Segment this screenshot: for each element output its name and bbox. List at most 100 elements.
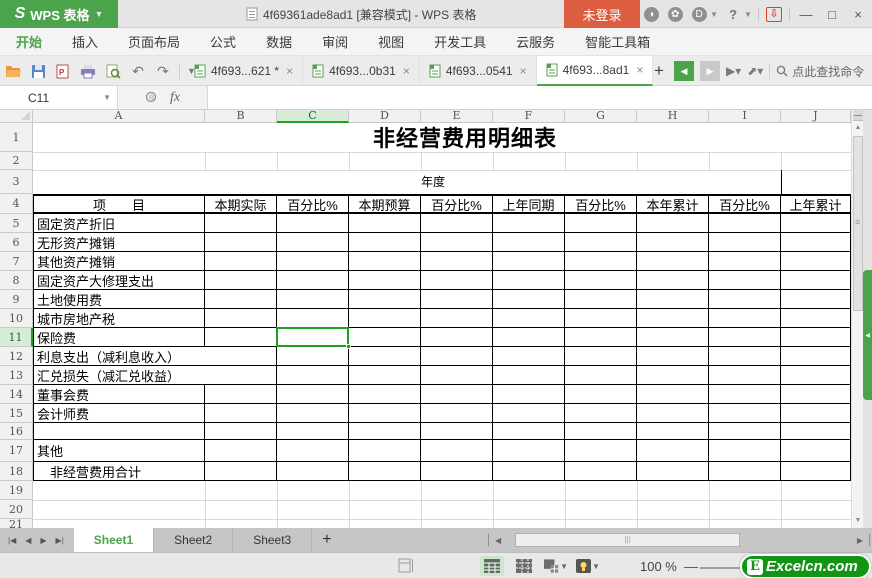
document-tab[interactable]: 4f693...0b31 ×	[303, 56, 420, 86]
cell-H16[interactable]	[637, 423, 709, 440]
cell-A17[interactable]: 其他	[33, 440, 205, 462]
cell-F13[interactable]	[493, 366, 565, 385]
cell-E16[interactable]	[421, 423, 493, 440]
cell-J15[interactable]	[781, 404, 851, 423]
cell-I6[interactable]	[709, 233, 781, 252]
cell-B7[interactable]	[205, 252, 277, 271]
cell-A9[interactable]: 土地使用费	[33, 290, 205, 309]
row-header-6[interactable]: 6	[0, 233, 33, 252]
cell-F8[interactable]	[493, 271, 565, 290]
select-all-corner[interactable]	[0, 110, 33, 123]
menu-item-云服务[interactable]: 云服务	[516, 32, 555, 51]
cell-G14[interactable]	[565, 385, 637, 404]
row-header-12[interactable]: 12	[0, 347, 33, 366]
cell-E10[interactable]	[421, 309, 493, 328]
cell-D17[interactable]	[349, 440, 421, 462]
cell-C18[interactable]	[277, 462, 349, 481]
cell-H15[interactable]	[637, 404, 709, 423]
cell-C10[interactable]	[277, 309, 349, 328]
sheet-tab-Sheet1[interactable]: Sheet1	[73, 528, 155, 552]
cell-I16[interactable]	[709, 423, 781, 440]
share-icon[interactable]: ⬈▾	[747, 64, 763, 78]
cell-G9[interactable]	[565, 290, 637, 309]
cell-E13[interactable]	[421, 366, 493, 385]
row-header-18[interactable]: 18	[0, 462, 33, 481]
menu-item-数据[interactable]: 数据	[266, 32, 292, 51]
row-header-7[interactable]: 7	[0, 252, 33, 271]
cell-G12[interactable]	[565, 347, 637, 366]
cell-B8[interactable]	[205, 271, 277, 290]
cell-I18[interactable]	[709, 462, 781, 481]
cell-G8[interactable]	[565, 271, 637, 290]
cell-C7[interactable]	[277, 252, 349, 271]
row-header-10[interactable]: 10	[0, 309, 33, 328]
cell-J6[interactable]	[781, 233, 851, 252]
cell-G13[interactable]	[565, 366, 637, 385]
cell-C9[interactable]	[277, 290, 349, 309]
cell-E7[interactable]	[421, 252, 493, 271]
redo-icon[interactable]: ↷	[154, 62, 172, 80]
cell-I15[interactable]	[709, 404, 781, 423]
cell-G18[interactable]	[565, 462, 637, 481]
column-header-G[interactable]: G	[565, 110, 637, 123]
document-tab[interactable]: 4f693...0541 ×	[420, 56, 537, 86]
page-layout-view-button[interactable]: ▼	[544, 556, 568, 576]
column-header-H[interactable]: H	[637, 110, 709, 123]
row-header-19[interactable]: 19	[0, 481, 33, 500]
cell-D9[interactable]	[349, 290, 421, 309]
cell-A12[interactable]: 利息支出（减利息收入）	[33, 347, 205, 366]
document-tab[interactable]: 4f693...621 * ×	[185, 56, 304, 86]
cell-D15[interactable]	[349, 404, 421, 423]
row-header-16[interactable]: 16	[0, 423, 33, 440]
header-cell-H4[interactable]: 本年累计	[637, 194, 709, 214]
cell-G17[interactable]	[565, 440, 637, 462]
header-cell-B4[interactable]: 本期实际	[205, 194, 277, 214]
chevron-down-icon[interactable]: ▼	[103, 93, 111, 102]
cell-I17[interactable]	[709, 440, 781, 462]
scroll-tabs-left-button[interactable]: ◀	[673, 61, 694, 81]
cell-A11[interactable]: 保险费	[33, 328, 205, 347]
column-header-I[interactable]: I	[709, 110, 781, 123]
undo-icon[interactable]: ↶	[129, 62, 147, 80]
cell-F15[interactable]	[493, 404, 565, 423]
cell-J18[interactable]	[781, 462, 851, 481]
cell-H9[interactable]	[637, 290, 709, 309]
cell-F12[interactable]	[493, 347, 565, 366]
cell-D12[interactable]	[349, 347, 421, 366]
cell-B5[interactable]	[205, 214, 277, 233]
cell-F7[interactable]	[493, 252, 565, 271]
minimize-button[interactable]: —	[796, 7, 816, 22]
open-file-icon[interactable]	[4, 62, 22, 80]
cell-B15[interactable]	[205, 404, 277, 423]
cell-C5[interactable]	[277, 214, 349, 233]
cell-A7[interactable]: 其他资产摊销	[33, 252, 205, 271]
cell-D6[interactable]	[349, 233, 421, 252]
cell-G15[interactable]	[565, 404, 637, 423]
close-tab-icon[interactable]: ×	[286, 64, 293, 78]
cell-I14[interactable]	[709, 385, 781, 404]
cell-F14[interactable]	[493, 385, 565, 404]
cell-C11[interactable]	[277, 328, 349, 347]
cell-F17[interactable]	[493, 440, 565, 462]
cell-A6[interactable]: 无形资产摊销	[33, 233, 205, 252]
cell-E5[interactable]	[421, 214, 493, 233]
row-header-13[interactable]: 13	[0, 366, 33, 385]
cell-B9[interactable]	[205, 290, 277, 309]
formula-input[interactable]	[208, 86, 872, 109]
cell-F10[interactable]	[493, 309, 565, 328]
cell-D7[interactable]	[349, 252, 421, 271]
column-header-C[interactable]: C	[277, 110, 349, 123]
cell-C6[interactable]	[277, 233, 349, 252]
horizontal-scrollbar[interactable]: ◀ ▶	[488, 532, 870, 548]
cell-J10[interactable]	[781, 309, 851, 328]
add-sheet-button[interactable]: +	[312, 528, 341, 552]
cell-H6[interactable]	[637, 233, 709, 252]
column-header-A[interactable]: A	[33, 110, 205, 123]
horizontal-scrollbar-track[interactable]	[507, 533, 851, 547]
cell-G5[interactable]	[565, 214, 637, 233]
new-document-tab-button[interactable]: +	[650, 61, 668, 81]
cell-F9[interactable]	[493, 290, 565, 309]
horizontal-scrollbar-thumb[interactable]	[515, 533, 741, 547]
split-handle[interactable]	[853, 110, 863, 121]
cell-D11[interactable]	[349, 328, 421, 347]
